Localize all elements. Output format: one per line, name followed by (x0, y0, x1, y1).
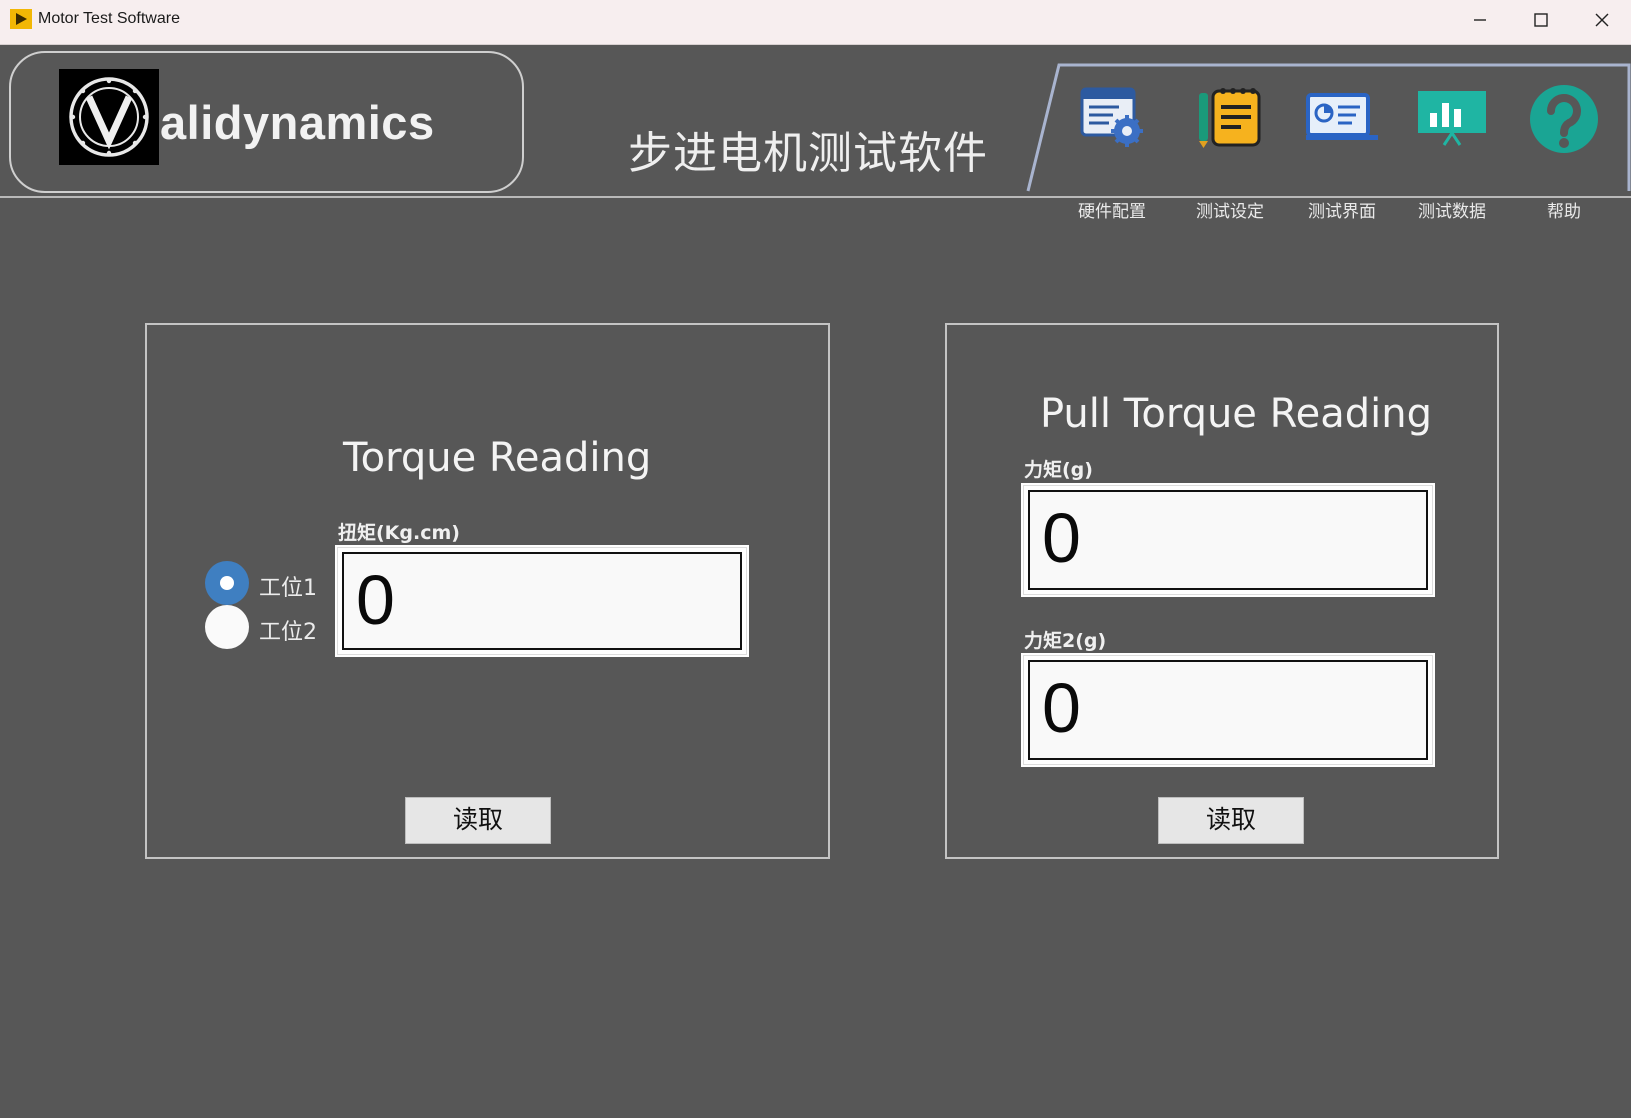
radio-dot (220, 576, 234, 590)
toolbar-label: 测试设定 (1196, 202, 1264, 222)
force-value-1-display: 0 (1021, 483, 1435, 597)
test-data-icon (1418, 91, 1486, 146)
torque-read-button[interactable]: 读取 (405, 797, 551, 844)
window-title: Motor Test Software (38, 10, 180, 27)
station-2-radio[interactable] (205, 605, 249, 649)
station-1-label: 工位1 (259, 576, 317, 601)
test-interface-icon (1306, 93, 1378, 140)
minimize-button[interactable] (1450, 0, 1510, 42)
station-1-radio[interactable] (205, 561, 249, 605)
force-value-1: 0 (1042, 499, 1081, 577)
station-2-label: 工位2 (259, 620, 317, 645)
app-title: 步进电机测试软件 (628, 128, 988, 179)
minimize-icon (1474, 19, 1486, 21)
force-field-2-label: 力矩2(g) (1024, 630, 1107, 652)
toolbar-test-interface[interactable]: 测试界面 (1289, 85, 1395, 222)
toolbar-label: 测试界面 (1308, 202, 1376, 222)
torque-value: 0 (356, 561, 395, 639)
test-settings-icon (1199, 88, 1261, 148)
pull-torque-panel: Pull Torque Reading 力矩(g) 0 力矩2(g) 0 读取 (945, 323, 1499, 859)
app-icon (10, 9, 32, 29)
logo-mark-icon (59, 69, 159, 165)
force-value-2-display: 0 (1021, 653, 1435, 767)
app-header: alidynamics 步进电机测试软件 硬件配置 测试设定 测试界面 测试数据… (0, 45, 1631, 222)
torque-value-display: 0 (335, 545, 749, 657)
logo-box: alidynamics (9, 51, 524, 193)
force-value-1-frame: 0 (1028, 490, 1428, 590)
toolbar-label: 硬件配置 (1078, 202, 1146, 222)
title-bar: Motor Test Software (0, 0, 1631, 45)
hardware-config-icon (1080, 87, 1143, 147)
force-field-1-label: 力矩(g) (1024, 459, 1093, 481)
toolbar-label: 测试数据 (1418, 202, 1486, 222)
logo-text: alidynamics (160, 96, 435, 149)
toolbar-test-settings[interactable]: 测试设定 (1177, 85, 1283, 222)
toolbar-hardware-config[interactable]: 硬件配置 (1059, 85, 1165, 222)
maximize-button[interactable] (1511, 0, 1571, 42)
toolbar-test-data[interactable]: 测试数据 (1399, 85, 1505, 222)
torque-panel-title: Torque Reading (343, 435, 652, 481)
force-value-2: 0 (1042, 669, 1081, 747)
help-icon (1530, 85, 1598, 153)
force-value-2-frame: 0 (1028, 660, 1428, 760)
pull-panel-title: Pull Torque Reading (1040, 391, 1432, 437)
torque-field-label: 扭矩(Kg.cm) (338, 522, 460, 544)
toolbar-help[interactable]: 帮助 (1511, 85, 1617, 222)
torque-panel: Torque Reading 工位1 工位2 扭矩(Kg.cm) 0 读取 (145, 323, 830, 859)
close-icon (1595, 13, 1609, 27)
close-button[interactable] (1572, 0, 1631, 42)
toolbar-label: 帮助 (1547, 202, 1581, 222)
torque-value-frame: 0 (342, 552, 742, 650)
maximize-icon (1534, 13, 1548, 27)
pull-read-button[interactable]: 读取 (1158, 797, 1304, 844)
